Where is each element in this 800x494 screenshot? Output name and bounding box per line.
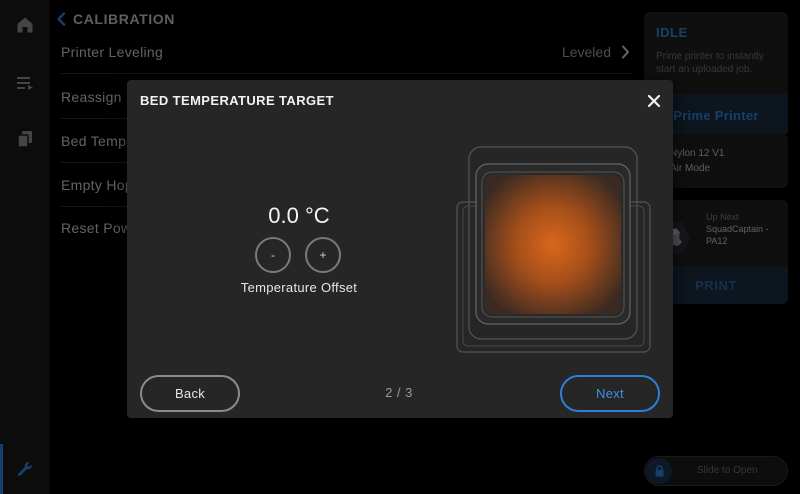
temperature-offset-label: Temperature Offset	[240, 280, 358, 295]
dialog-title: BED TEMPERATURE TARGET	[140, 93, 334, 108]
temperature-value: 0.0 °C	[268, 203, 330, 228]
next-button[interactable]: Next	[560, 375, 660, 412]
print-bed-illustration	[456, 146, 651, 353]
close-icon[interactable]	[647, 93, 661, 108]
step-indicator: 2 / 3	[385, 385, 413, 400]
bed-temperature-dialog: BED TEMPERATURE TARGET 0.0 °C - + Temper…	[127, 80, 673, 418]
back-button[interactable]: Back	[140, 375, 240, 412]
decrease-offset-button[interactable]: -	[255, 237, 291, 273]
increase-offset-button[interactable]: +	[305, 237, 341, 273]
